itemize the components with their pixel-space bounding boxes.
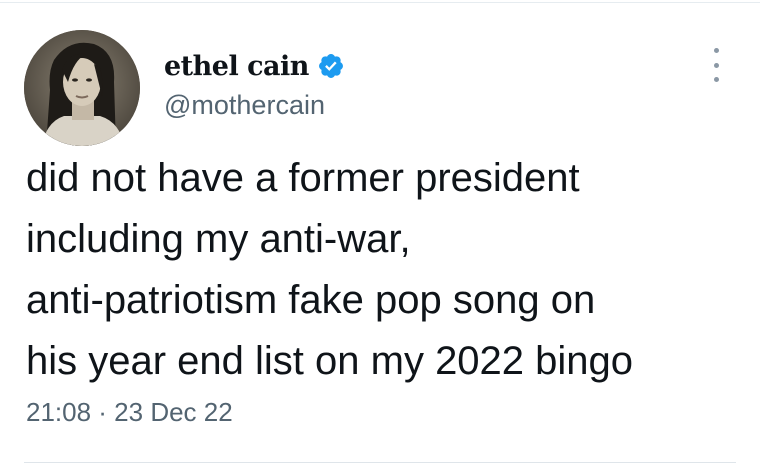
tweet-text-line: his year end list on my 2022 bingo	[26, 339, 634, 383]
user-handle[interactable]: @mothercain	[164, 90, 345, 121]
more-options-icon	[713, 48, 719, 53]
top-divider	[0, 2, 760, 3]
more-options-button[interactable]	[704, 48, 728, 82]
avatar[interactable]	[24, 30, 140, 146]
more-options-dot	[713, 62, 719, 68]
bottom-divider	[24, 462, 736, 463]
author-info: ethel cain @mothercain	[164, 46, 345, 121]
display-name[interactable]: ethel cain	[164, 51, 309, 82]
tweet-text: did not have a former president includin…	[26, 148, 746, 392]
tweet-card: ethel cain @mothercain did not have a fo…	[0, 0, 760, 475]
tweet-text-line: anti-patriotism fake pop song on	[26, 278, 596, 322]
tweet-timestamp[interactable]: 21:08 · 23 Dec 22	[26, 397, 233, 428]
tweet-text-line: did not have a former president	[26, 156, 580, 200]
verified-badge-icon	[317, 52, 345, 80]
more-options-dot	[713, 77, 719, 82]
avatar-photo	[24, 30, 140, 146]
name-row: ethel cain	[164, 46, 345, 86]
tweet-text-line: including my anti-war,	[26, 217, 411, 261]
